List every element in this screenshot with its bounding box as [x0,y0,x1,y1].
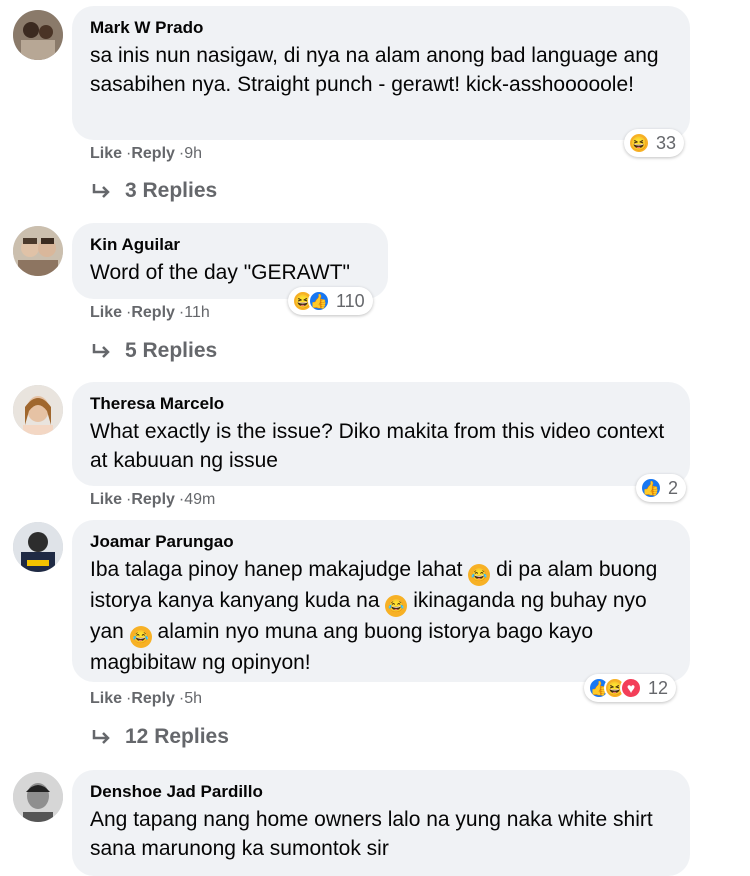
avatar[interactable] [13,10,63,60]
commenter-name[interactable]: Mark W Prado [90,18,670,38]
comment-bubble: Denshoe Jad Pardillo Ang tapang nang hom… [72,770,690,876]
reply-arrow-icon [92,344,110,358]
comment-text-part: Iba talaga pinoy hanep makajudge lahat [90,558,463,581]
commenter-name[interactable]: Joamar Parungao [90,532,670,552]
timestamp[interactable]: 5h [184,690,202,707]
like-reaction-icon: 👍 [640,477,662,499]
reply-link[interactable]: Reply [131,304,175,321]
reaction-summary[interactable]: 😆 👍 110 [288,287,373,315]
replies-count-label: 12 Replies [125,725,229,748]
comment-bubble: Theresa Marcelo What exactly is the issu… [72,382,690,486]
avatar[interactable] [13,385,63,435]
reaction-summary[interactable]: 👍 😆 ♥ 12 [584,674,677,702]
reply-link[interactable]: Reply [131,145,175,162]
view-replies-link[interactable]: 5 Replies [91,339,217,363]
reaction-count: 33 [656,132,677,153]
replies-count-label: 3 Replies [125,179,218,202]
timestamp[interactable]: 49m [184,491,215,508]
reply-link[interactable]: Reply [131,690,175,707]
reaction-count: 110 [336,290,365,311]
comment-text-part: alamin nyo muna ang buong istorya bago k… [90,620,593,674]
reaction-count: 2 [668,477,679,498]
reply-link[interactable]: Reply [131,491,175,508]
like-link[interactable]: Like [90,491,122,508]
avatar[interactable] [13,226,63,276]
comment-actions: Like ·Reply ·5h [90,690,203,707]
laughing-emoji-icon: 😂 [129,626,152,648]
comment-bubble: Joamar Parungao Iba talaga pinoy hanep m… [72,520,690,682]
reaction-summary[interactable]: 👍 2 [636,474,687,502]
comment-text: Iba talaga pinoy hanep makajudge lahat 😂… [90,555,670,677]
laughing-emoji-icon: 😂 [468,564,491,586]
like-link[interactable]: Like [90,304,122,321]
commenter-name[interactable]: Denshoe Jad Pardillo [90,782,670,802]
timestamp[interactable]: 9h [184,145,202,162]
comment-actions: Like ·Reply ·9h [90,145,203,162]
like-reaction-icon: 👍 [308,290,330,312]
comment-text: Ang tapang nang home owners lalo na yung… [90,808,653,860]
comment-actions: Like ·Reply ·11h [90,304,210,321]
reply-arrow-icon [92,730,110,744]
commenter-name[interactable]: Kin Aguilar [90,235,368,255]
timestamp[interactable]: 11h [184,304,210,321]
comment-text: What exactly is the issue? Diko makita f… [90,420,665,472]
commenter-name[interactable]: Theresa Marcelo [90,394,670,414]
view-replies-link[interactable]: 3 Replies [91,179,217,203]
view-replies-link[interactable]: 12 Replies [91,725,229,749]
love-reaction-icon: ♥ [620,677,642,699]
reaction-count: 12 [648,677,669,698]
like-link[interactable]: Like [90,690,122,707]
reply-arrow-icon [92,184,110,198]
comment-text: sa inis nun nasigaw, di nya na alam anon… [90,44,659,96]
comment-bubble: Mark W Prado sa inis nun nasigaw, di nya… [72,6,690,140]
comment-text: Word of the day "GERAWT" [90,261,350,284]
avatar[interactable] [13,772,63,822]
like-link[interactable]: Like [90,145,122,162]
laughing-emoji-icon: 😂 [385,595,408,617]
haha-reaction-icon: 😆 [628,132,650,154]
comment-actions: Like ·Reply ·49m [90,491,216,508]
replies-count-label: 5 Replies [125,339,218,362]
reaction-summary[interactable]: 😆 33 [624,129,685,157]
avatar[interactable] [13,522,63,572]
